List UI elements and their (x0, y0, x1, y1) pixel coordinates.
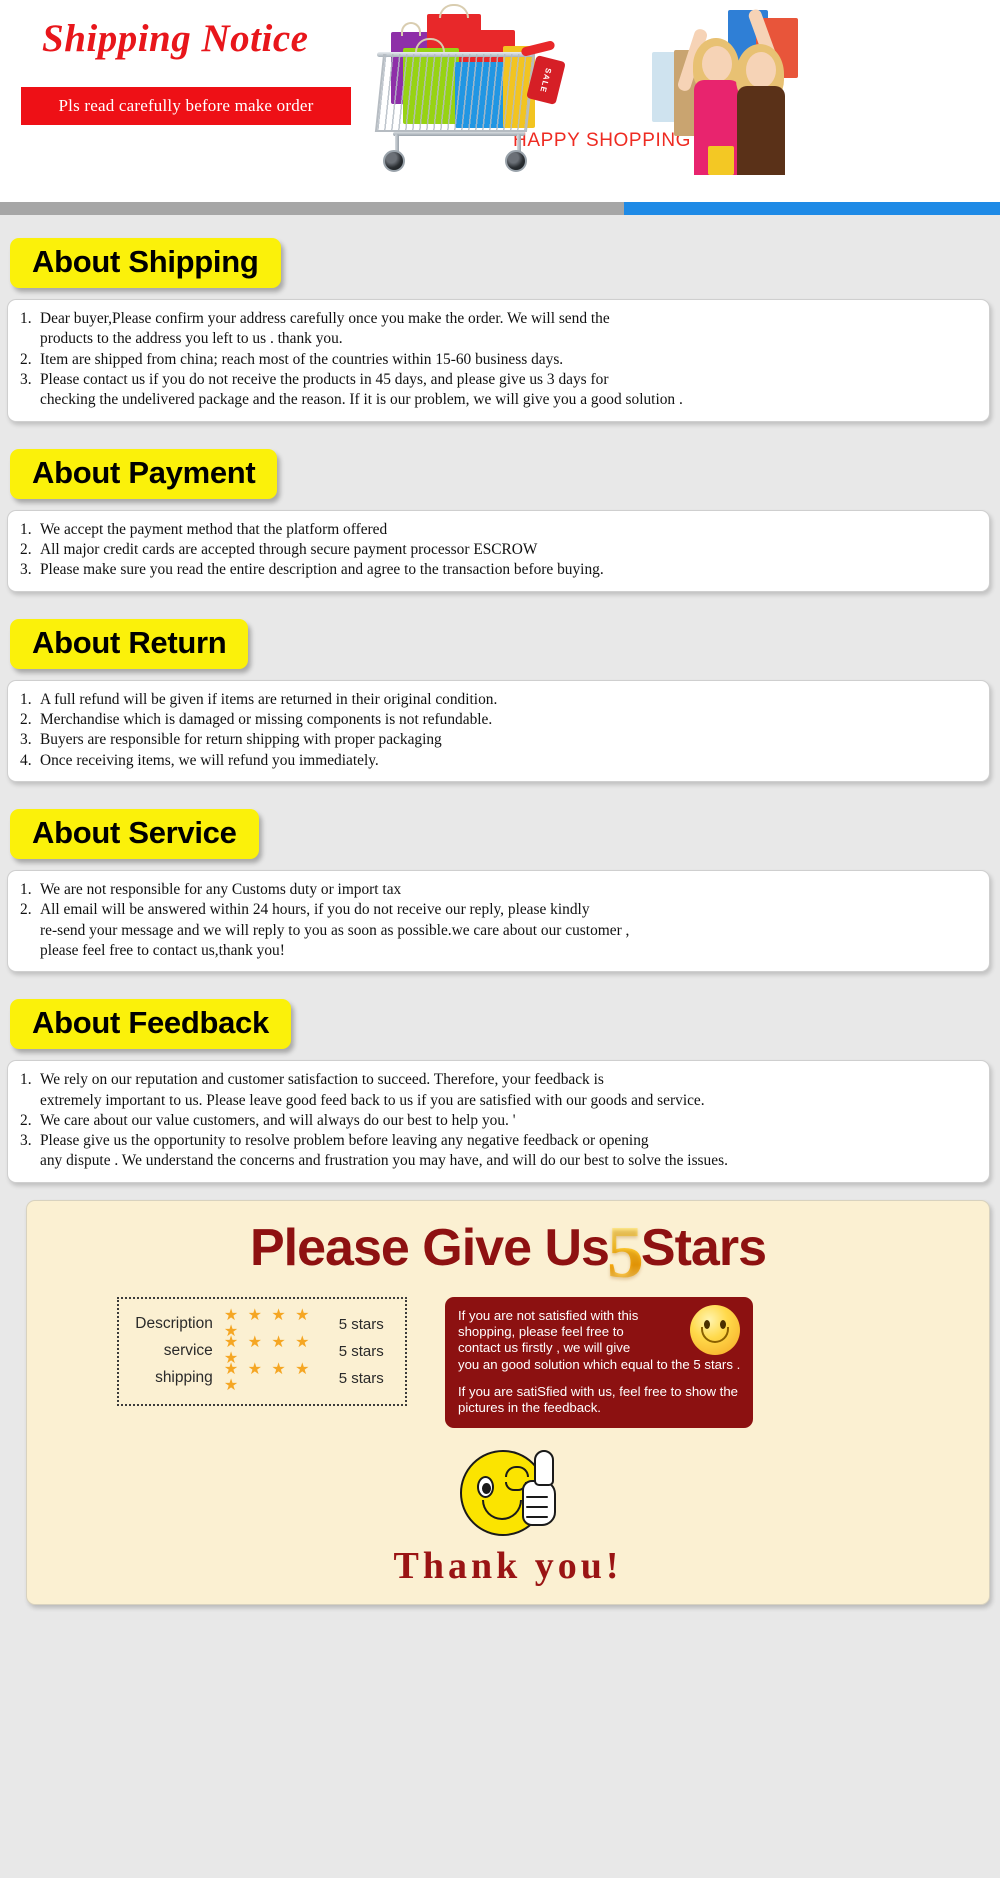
thank-you-block: Thank you! (27, 1444, 989, 1588)
shopping-cart-icon: SALE (355, 4, 585, 174)
rating-label: service (133, 1342, 213, 1360)
rating-summary-box: Description ★ ★ ★ ★ ★ 5 stars service ★ … (117, 1297, 407, 1406)
rating-value: 5 stars (339, 1370, 387, 1387)
section-about-payment: About Payment 1.We accept the payment me… (0, 449, 1000, 592)
list-item: 3.Please give us the opportunity to reso… (20, 1131, 977, 1172)
section-badge-feedback: About Feedback (10, 999, 291, 1049)
panel-about-payment: 1.We accept the payment method that the … (7, 510, 990, 592)
notice-bar-label: Pls read carefully before make order (21, 87, 351, 125)
panel-about-feedback: 1.We rely on our reputation and customer… (7, 1060, 990, 1182)
thank-you-label: Thank you! (27, 1544, 989, 1588)
five-stars-panel: Please Give Us5Stars Description ★ ★ ★ ★… (26, 1200, 990, 1606)
section-about-shipping: About Shipping 1.Dear buyer,Please confi… (0, 238, 1000, 422)
section-badge-payment: About Payment (10, 449, 277, 499)
list-item: 1.Dear buyer,Please confirm your address… (20, 309, 977, 350)
section-badge-shipping: About Shipping (10, 238, 281, 288)
list-item: 1.We rely on our reputation and customer… (20, 1070, 977, 1111)
satisfaction-note-box: If you are not satisfied with this shopp… (445, 1297, 753, 1429)
list-item: 2.Item are shipped from china; reach mos… (20, 350, 977, 370)
five-stars-headline: Please Give Us5Stars (27, 1219, 989, 1283)
rating-row-shipping: shipping ★ ★ ★ ★ ★ 5 stars (133, 1365, 387, 1392)
list-item: 3.Buyers are responsible for return ship… (20, 730, 977, 750)
panel-about-shipping: 1.Dear buyer,Please confirm your address… (7, 299, 990, 421)
headline-text-after: Stars (641, 1219, 766, 1277)
list-item: 2.All email will be answered within 24 h… (20, 900, 977, 961)
section-about-service: About Service 1.We are not responsible f… (0, 809, 1000, 972)
divider-blue-segment (624, 202, 1000, 215)
section-badge-return: About Return (10, 619, 248, 669)
shoppers-photo (600, 0, 830, 175)
note-paragraph-2: If you are satiSfied with us, feel free … (458, 1384, 741, 1417)
page-title: Shipping Notice (42, 16, 308, 61)
rating-value: 5 stars (339, 1316, 387, 1333)
rating-label: shipping (133, 1369, 213, 1387)
list-item: 2.Merchandise which is damaged or missin… (20, 710, 977, 730)
smiley-face-icon (690, 1305, 740, 1355)
gold-five-glyph: 5 (607, 1223, 643, 1283)
section-about-return: About Return 1.A full refund will be giv… (0, 619, 1000, 782)
list-item: 1.We accept the payment method that the … (20, 520, 977, 540)
list-item: 3.Please contact us if you do not receiv… (20, 370, 977, 411)
panel-about-service: 1.We are not responsible for any Customs… (7, 870, 990, 972)
list-item: 2.All major credit cards are accepted th… (20, 540, 977, 560)
list-item: 1.We are not responsible for any Customs… (20, 880, 977, 900)
notice-bar: Pls read carefully before make order (21, 87, 351, 125)
section-about-feedback: About Feedback 1.We rely on our reputati… (0, 999, 1000, 1183)
list-item: 1.A full refund will be given if items a… (20, 690, 977, 710)
rating-value: 5 stars (339, 1343, 387, 1360)
divider-gray-segment (0, 202, 624, 215)
list-item: 3.Please make sure you read the entire d… (20, 560, 977, 580)
content-area: About Shipping 1.Dear buyer,Please confi… (0, 215, 1000, 1605)
list-item: 4.Once receiving items, we will refund y… (20, 751, 977, 771)
winking-thumbs-up-icon (460, 1444, 556, 1540)
header-banner: Shipping Notice Pls read carefully befor… (0, 0, 1000, 202)
sale-tag-label: SALE (539, 67, 554, 94)
section-badge-service: About Service (10, 809, 259, 859)
star-rating-icon: ★ ★ ★ ★ ★ (224, 1362, 328, 1394)
panel-about-return: 1.A full refund will be given if items a… (7, 680, 990, 782)
list-item: 2.We care about our value customers, and… (20, 1111, 977, 1131)
headline-text-before: Please Give Us (250, 1219, 609, 1277)
section-divider (0, 202, 1000, 215)
rating-label: Description (133, 1315, 213, 1333)
